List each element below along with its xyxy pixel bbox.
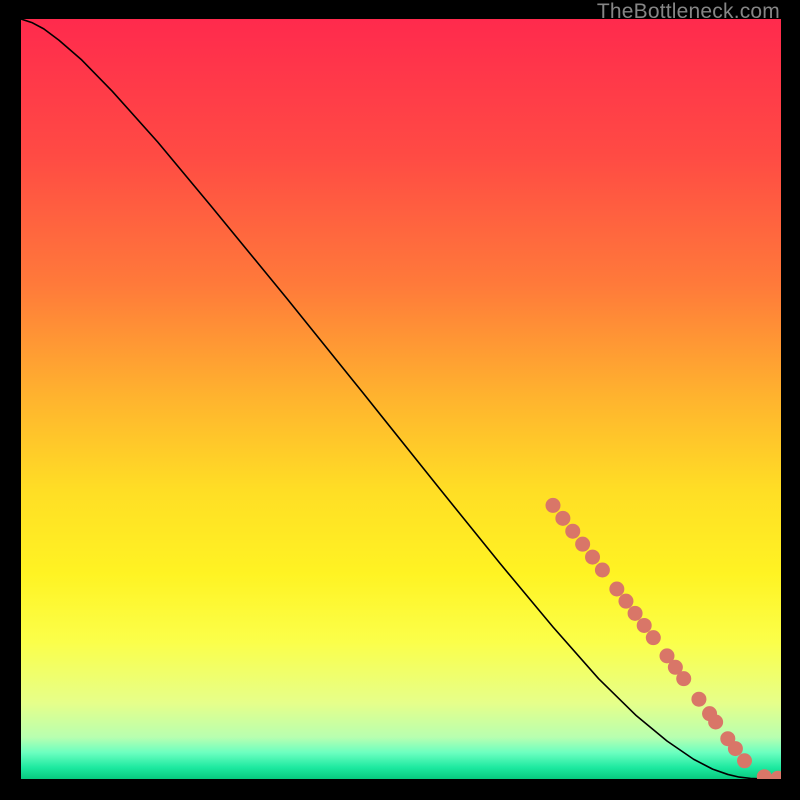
data-marker [609,582,624,597]
data-marker [555,511,570,526]
data-marker [676,671,691,686]
data-marker [546,498,561,513]
data-marker [646,630,661,645]
data-marker [708,715,723,730]
data-marker [595,563,610,578]
data-marker [618,594,633,609]
data-marker [585,550,600,565]
chart-plot [21,19,781,779]
data-marker [691,692,706,707]
chart-stage: TheBottleneck.com [0,0,800,800]
watermark-text: TheBottleneck.com [597,0,780,24]
data-marker [737,753,752,768]
data-marker [575,537,590,552]
data-marker [728,741,743,756]
data-marker [628,606,643,621]
plot-background [21,19,781,779]
data-marker [565,524,580,539]
data-marker [637,618,652,633]
